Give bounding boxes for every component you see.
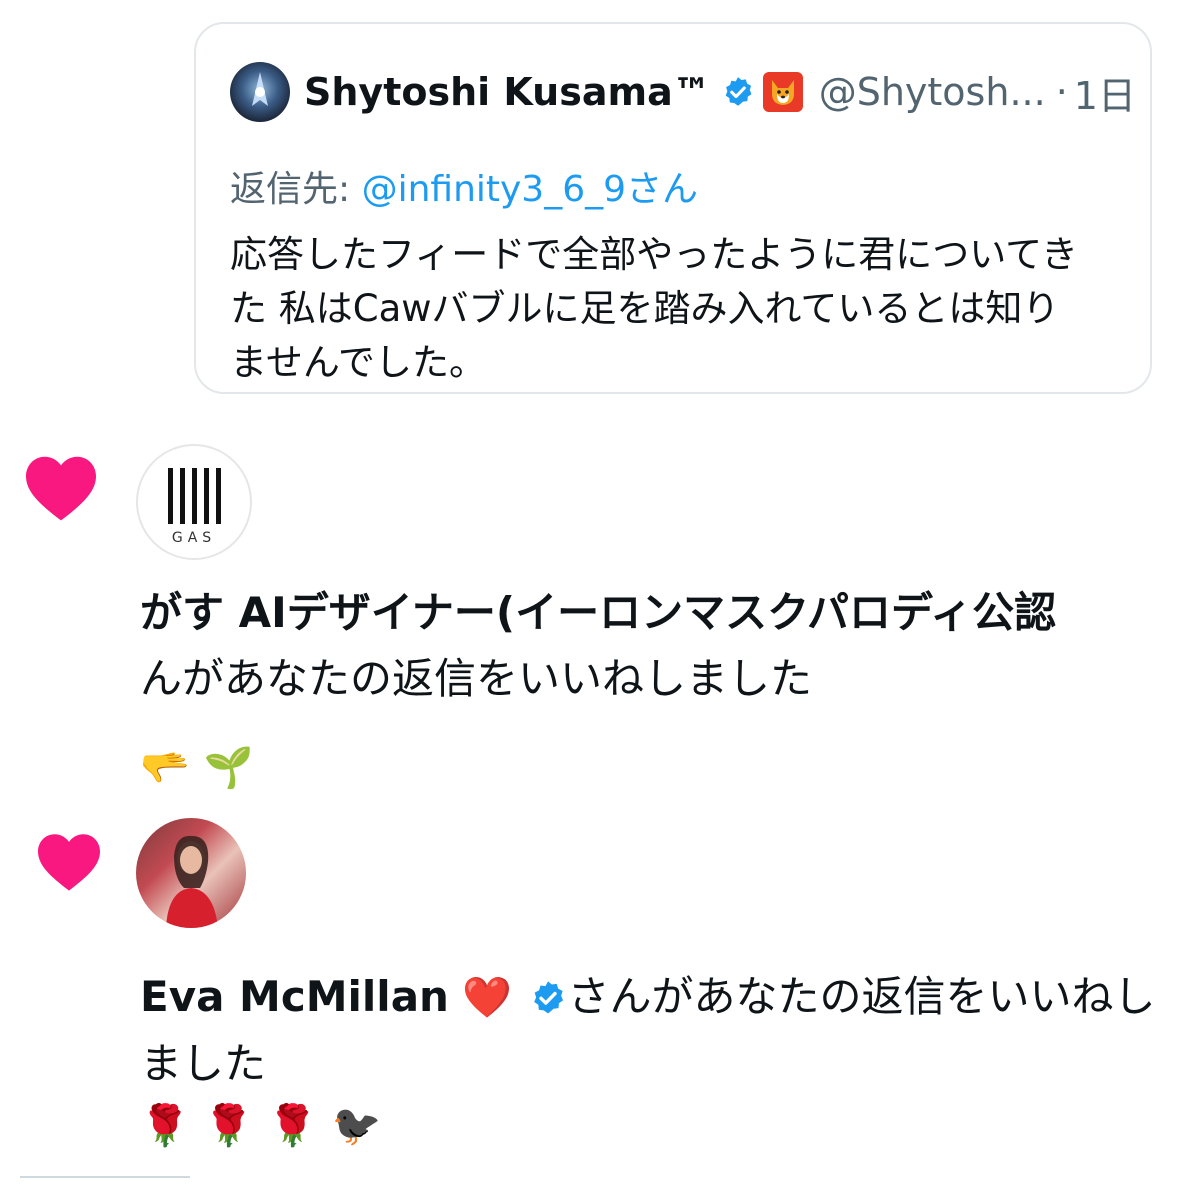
user-avatar-gas[interactable]: GAS <box>136 444 252 560</box>
quoted-tweet-card[interactable]: Shytoshi Kusama™ @Shytosh... · 1日 返信先: @… <box>194 22 1152 394</box>
quoted-text-line: 応答したフィードで全部やったように君についてき <box>230 233 1079 276</box>
emoji: 🐦‍⬛ <box>331 1103 382 1149</box>
tweet-timestamp[interactable]: 1日 <box>1074 65 1136 120</box>
like-notification-text: Eva McMillan ❤️ さんがあなたの返信をいいねし ました <box>140 964 1156 1097</box>
like-message: んがあなたの返信をいいねしました <box>140 654 813 703</box>
profile-photo-icon <box>166 835 218 928</box>
separator-dot: · <box>1055 70 1068 114</box>
heart-icon <box>38 834 100 891</box>
like-message-line1: Eva McMillan ❤️ さんがあなたの返信をいいねし <box>140 964 1156 1031</box>
verified-badge-icon <box>725 77 752 106</box>
reply-prefix: 返信先: <box>230 169 362 210</box>
author-handle[interactable]: @Shytosh... <box>819 70 1046 114</box>
quoted-text-line: た 私はCawバブルに足を踏み入れているとは知り <box>230 287 1060 330</box>
like-message-line2: ました <box>140 1039 267 1088</box>
reply-emoji-preview: 🫳 🌱 <box>140 744 268 791</box>
user-avatar-eva[interactable] <box>136 818 246 928</box>
liker-name[interactable]: がす AIデザイナー(イーロンマスクパロディ公認 <box>140 580 1056 646</box>
reply-emoji-preview: 🌹 🌹 🌹 🐦‍⬛ <box>140 1102 395 1149</box>
reply-suffix: さん <box>626 169 699 210</box>
emoji: 🌹 <box>140 1103 190 1149</box>
divider <box>20 1176 190 1178</box>
reply-to-line: 返信先: @infinity3_6_9さん <box>230 160 698 212</box>
verified-badge-icon <box>534 981 564 1014</box>
shiba-emoji-icon <box>762 72 803 112</box>
emoji: 🌱 <box>203 745 254 791</box>
name-emoji: ❤️ <box>462 975 513 1021</box>
author-name[interactable]: Shytoshi Kusama™ <box>304 70 711 114</box>
author-avatar[interactable] <box>230 62 290 122</box>
barcode-logo-icon <box>168 468 221 524</box>
quoted-tweet-header: Shytoshi Kusama™ @Shytosh... · 1日 <box>230 62 1136 122</box>
heart-icon <box>26 456 96 521</box>
reply-mention-link[interactable]: @infinity3_6_9 <box>362 169 626 210</box>
liker-name[interactable]: Eva McMillan <box>140 972 449 1021</box>
quoted-tweet-text: 応答したフィードで全部やったように君についてき た 私はCawバブルに足を踏み入… <box>230 228 1120 390</box>
notifications-page: Shytoshi Kusama™ @Shytosh... · 1日 返信先: @… <box>0 0 1200 1200</box>
avatar-logo-text: GAS <box>171 530 217 546</box>
emoji: 🌹 <box>203 1103 254 1149</box>
like-message: さんがあなたの返信をいいねし <box>567 972 1156 1021</box>
like-notification-text: がす AIデザイナー(イーロンマスクパロディ公認 んがあなたの返信をいいねしまし… <box>140 580 1056 712</box>
quoted-text-line: ませんでした。 <box>230 341 487 384</box>
emoji: 🌹 <box>267 1103 318 1149</box>
emoji: 🫳 <box>140 745 190 791</box>
